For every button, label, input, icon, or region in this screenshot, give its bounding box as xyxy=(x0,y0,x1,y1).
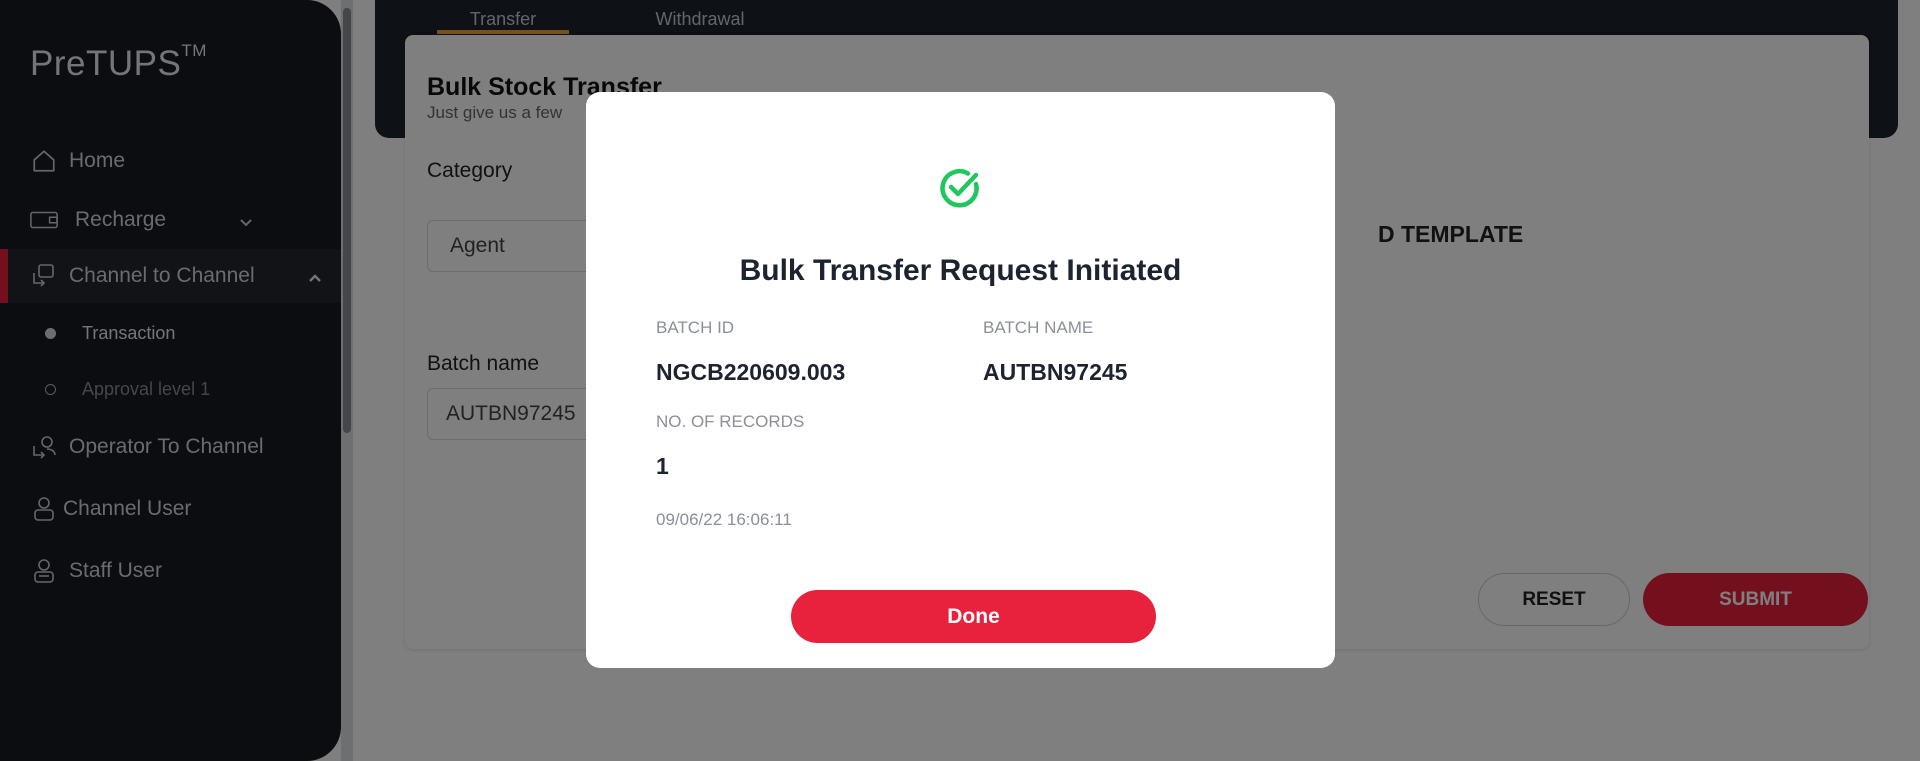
dialog-title: Bulk Transfer Request Initiated xyxy=(739,254,1182,287)
records-label: NO. OF RECORDS xyxy=(656,412,805,431)
success-dialog: Bulk Transfer Request Initiated BATCH ID… xyxy=(586,92,1335,668)
records-value: 1 xyxy=(656,453,669,479)
done-button[interactable]: Done xyxy=(791,590,1156,643)
timestamp: 09/06/22 16:06:11 xyxy=(656,510,792,529)
batch-name-value: AUTBN97245 xyxy=(983,359,1128,385)
batch-name-label: BATCH NAME xyxy=(983,318,1094,337)
success-check-icon xyxy=(936,164,984,212)
batch-id-value: NGCB220609.003 xyxy=(656,359,846,385)
batch-id-label: BATCH ID xyxy=(656,318,735,337)
